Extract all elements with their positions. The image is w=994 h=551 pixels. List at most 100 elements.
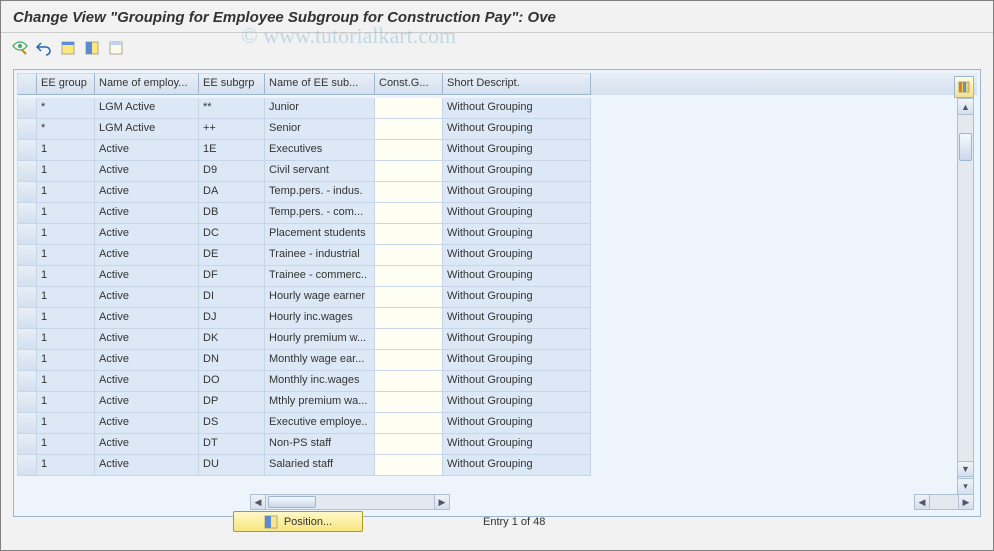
hscroll-right-button[interactable]: ▶	[434, 495, 449, 509]
header-name-employ[interactable]: Name of employ...	[95, 73, 199, 95]
cell-c6: Without Grouping	[443, 224, 591, 245]
cell-c5[interactable]	[375, 224, 443, 245]
cell-c1: 1	[37, 413, 95, 434]
scroll-end-button[interactable]: ▾	[958, 478, 973, 494]
cell-c5[interactable]	[375, 119, 443, 140]
cell-c5[interactable]	[375, 308, 443, 329]
cell-c1: 1	[37, 266, 95, 287]
row-selector[interactable]	[17, 98, 37, 119]
cell-c1: 1	[37, 455, 95, 476]
cell-c6: Without Grouping	[443, 371, 591, 392]
scroll-up-button[interactable]: ▲	[958, 99, 973, 115]
row-selector[interactable]	[17, 329, 37, 350]
row-selector[interactable]	[17, 434, 37, 455]
cell-c4: Mthly premium wa...	[265, 392, 375, 413]
cell-c5[interactable]	[375, 392, 443, 413]
cell-c3: DJ	[199, 308, 265, 329]
row-selector[interactable]	[17, 308, 37, 329]
row-selector[interactable]	[17, 371, 37, 392]
cell-c5[interactable]	[375, 266, 443, 287]
row-selector[interactable]	[17, 413, 37, 434]
header-short-descript[interactable]: Short Descript.	[443, 73, 591, 95]
page-title: Change View "Grouping for Employee Subgr…	[1, 1, 993, 33]
row-selector[interactable]	[17, 161, 37, 182]
header-ee-subgrp[interactable]: EE subgrp	[199, 73, 265, 95]
cell-c5[interactable]	[375, 245, 443, 266]
row-selector[interactable]	[17, 455, 37, 476]
table-row: 1ActiveDNMonthly wage ear...Without Grou…	[17, 350, 957, 371]
undo-button[interactable]	[33, 37, 55, 59]
cell-c2: Active	[95, 140, 199, 161]
cell-c2: Active	[95, 350, 199, 371]
cell-c5[interactable]	[375, 371, 443, 392]
cell-c2: Active	[95, 371, 199, 392]
row-selector[interactable]	[17, 392, 37, 413]
cell-c5[interactable]	[375, 161, 443, 182]
cell-c6: Without Grouping	[443, 182, 591, 203]
cell-c5[interactable]	[375, 140, 443, 161]
cell-c5[interactable]	[375, 329, 443, 350]
cell-c4: Salaried staff	[265, 455, 375, 476]
cell-c1: 1	[37, 329, 95, 350]
header-const-g[interactable]: Const.G...	[375, 73, 443, 95]
row-selector[interactable]	[17, 182, 37, 203]
horizontal-scrollbar-1[interactable]: ◀ ▶	[250, 494, 450, 510]
cell-c1: 1	[37, 350, 95, 371]
cell-c5[interactable]	[375, 287, 443, 308]
cell-c3: DI	[199, 287, 265, 308]
deselect-all-button[interactable]	[105, 37, 127, 59]
row-selector[interactable]	[17, 140, 37, 161]
cell-c6: Without Grouping	[443, 245, 591, 266]
row-selector[interactable]	[17, 119, 37, 140]
row-selector[interactable]	[17, 266, 37, 287]
cell-c3: DC	[199, 224, 265, 245]
table-row: 1ActiveDOMonthly inc.wagesWithout Groupi…	[17, 371, 957, 392]
cell-c2: Active	[95, 413, 199, 434]
row-selector[interactable]	[17, 245, 37, 266]
cell-c3: DE	[199, 245, 265, 266]
cell-c5[interactable]	[375, 98, 443, 119]
cell-c4: Junior	[265, 98, 375, 119]
toggle-display-change-button[interactable]	[9, 37, 31, 59]
cell-c6: Without Grouping	[443, 98, 591, 119]
hscroll-left-button[interactable]: ◀	[251, 495, 266, 509]
cell-c6: Without Grouping	[443, 329, 591, 350]
table-row: 1ActiveDCPlacement studentsWithout Group…	[17, 224, 957, 245]
hscroll2-right-button[interactable]: ▶	[958, 495, 973, 509]
row-selector[interactable]	[17, 287, 37, 308]
cell-c6: Without Grouping	[443, 161, 591, 182]
header-row-selector[interactable]	[17, 73, 37, 95]
cell-c3: 1E	[199, 140, 265, 161]
cell-c2: Active	[95, 329, 199, 350]
cell-c5[interactable]	[375, 182, 443, 203]
scroll-down-button[interactable]: ▼	[958, 461, 973, 477]
horizontal-scrollbar-2[interactable]: ◀ ▶	[914, 494, 974, 510]
hscroll2-left-button[interactable]: ◀	[915, 495, 930, 509]
cell-c2: LGM Active	[95, 119, 199, 140]
row-selector[interactable]	[17, 224, 37, 245]
select-block-button[interactable]	[81, 37, 103, 59]
header-name-ee-sub[interactable]: Name of EE sub...	[265, 73, 375, 95]
cell-c4: Temp.pers. - com...	[265, 203, 375, 224]
cell-c6: Without Grouping	[443, 350, 591, 371]
cell-c5[interactable]	[375, 455, 443, 476]
row-selector[interactable]	[17, 203, 37, 224]
hscroll-thumb[interactable]	[268, 496, 316, 508]
cell-c6: Without Grouping	[443, 140, 591, 161]
table-row: 1ActiveDATemp.pers. - indus.Without Grou…	[17, 182, 957, 203]
position-button[interactable]: Position...	[233, 511, 363, 532]
table-configure-button[interactable]	[954, 76, 974, 98]
cell-c5[interactable]	[375, 413, 443, 434]
table-row: 1ActiveDPMthly premium wa...Without Grou…	[17, 392, 957, 413]
scroll-thumb[interactable]	[959, 133, 972, 161]
cell-c1: *	[37, 119, 95, 140]
cell-c5[interactable]	[375, 203, 443, 224]
vertical-scrollbar[interactable]: ▲ ▼ ▾	[957, 98, 974, 495]
select-all-button[interactable]	[57, 37, 79, 59]
cell-c1: 1	[37, 161, 95, 182]
table-row: 1ActiveDKHourly premium w...Without Grou…	[17, 329, 957, 350]
row-selector[interactable]	[17, 350, 37, 371]
cell-c5[interactable]	[375, 350, 443, 371]
cell-c5[interactable]	[375, 434, 443, 455]
header-ee-group[interactable]: EE group	[37, 73, 95, 95]
